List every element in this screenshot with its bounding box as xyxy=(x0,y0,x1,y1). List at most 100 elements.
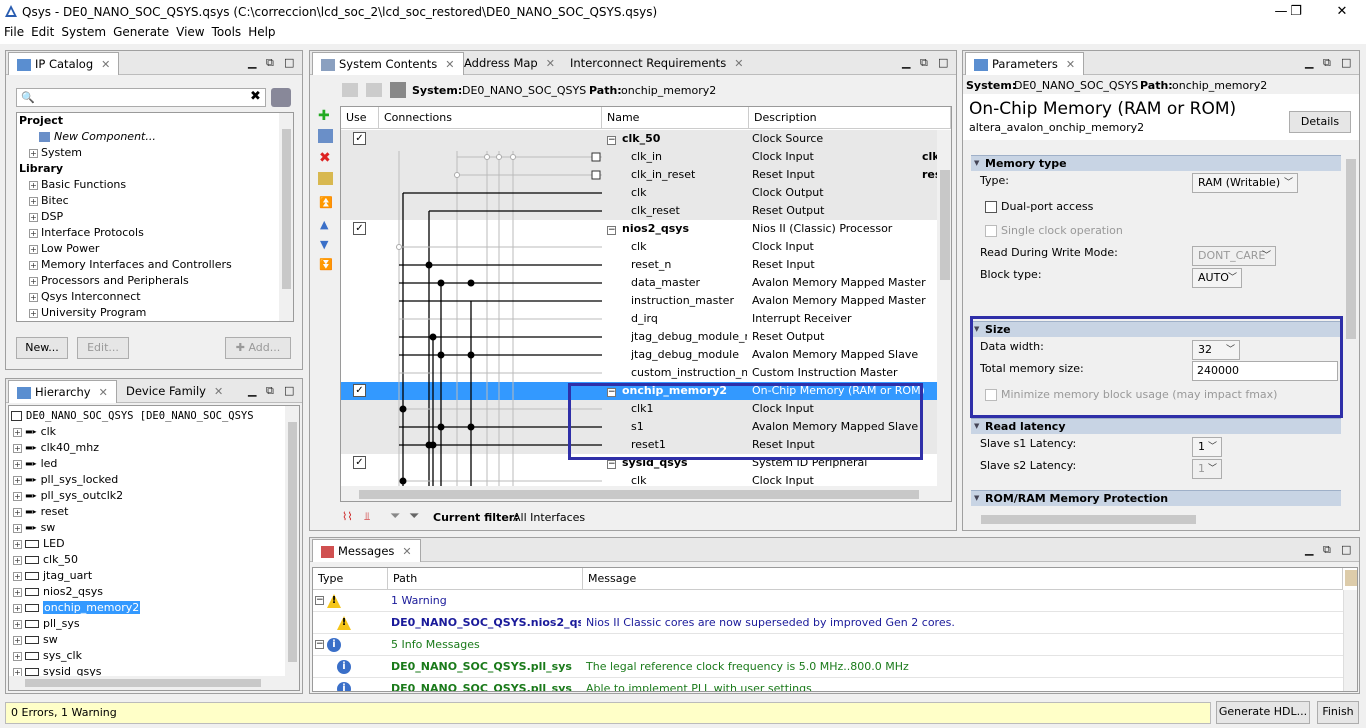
expand-icon[interactable]: + xyxy=(13,571,22,581)
column-description[interactable]: Description xyxy=(749,107,951,129)
edit-component-button[interactable]: Edit... xyxy=(77,337,129,359)
menu-help[interactable]: Help xyxy=(245,24,278,40)
move-top-disabled-icon[interactable] xyxy=(342,83,358,97)
hierarchy-hscrollbar[interactable] xyxy=(9,676,285,690)
filter-connections-icon[interactable]: ⌇⌇ xyxy=(342,510,353,523)
catalog-item[interactable]: + Basic Functions xyxy=(29,177,126,193)
connection-node[interactable] xyxy=(484,154,490,160)
connect-icon[interactable] xyxy=(318,129,333,143)
expand-icon[interactable]: + xyxy=(13,635,22,645)
clear-messages-icon[interactable] xyxy=(1345,570,1357,586)
connection-node[interactable] xyxy=(437,351,445,359)
clear-search-icon[interactable]: ✖ xyxy=(250,89,261,104)
expand-icon[interactable]: + xyxy=(13,523,22,533)
float-panel-icon[interactable]: ⧉ xyxy=(1323,543,1331,557)
expand-icon[interactable]: + xyxy=(13,491,22,501)
minimize-panel-icon[interactable]: ▁ xyxy=(248,56,256,69)
horizontal-scrollbar[interactable] xyxy=(341,486,951,501)
details-button[interactable]: Details xyxy=(1289,111,1351,133)
connection-node[interactable] xyxy=(396,244,402,250)
column-connections[interactable]: Connections xyxy=(379,107,602,129)
ip-search-input[interactable]: 🔍 xyxy=(16,88,266,107)
filter-edit-icon[interactable]: ⏷ xyxy=(409,509,419,524)
vertical-scrollbar[interactable] xyxy=(937,130,951,490)
tab-address-map[interactable]: Address Map ✕ xyxy=(456,52,563,75)
close-tab-icon[interactable]: ✕ xyxy=(546,57,555,70)
add-icon[interactable]: ✚ xyxy=(318,108,330,124)
catalog-item[interactable]: + Qsys Interconnect xyxy=(29,289,141,305)
collapse-icon[interactable]: − xyxy=(607,226,616,235)
expand-icon[interactable]: + xyxy=(13,587,22,597)
expand-icon[interactable]: + xyxy=(29,260,38,270)
hierarchy-vscrollbar[interactable] xyxy=(285,406,299,690)
menu-tools[interactable]: Tools xyxy=(209,24,245,40)
close-tab-icon[interactable]: ✕ xyxy=(734,57,743,70)
menu-generate[interactable]: Generate xyxy=(110,24,172,40)
section-memory-type[interactable]: Memory type xyxy=(971,155,1341,171)
connection-node[interactable] xyxy=(454,172,460,178)
catalog-item[interactable]: + Processors and Peripherals xyxy=(29,273,189,289)
catalog-item[interactable]: New Component... xyxy=(39,129,156,145)
connection-node[interactable] xyxy=(429,441,437,449)
export-port-marker[interactable] xyxy=(591,170,601,180)
float-panel-icon[interactable]: ⧉ xyxy=(266,384,274,398)
use-checkbox[interactable]: ✓ xyxy=(353,132,366,145)
close-tab-icon[interactable]: ✕ xyxy=(101,58,110,71)
maximize-panel-icon[interactable]: □ xyxy=(284,384,294,397)
hierarchy-item[interactable]: + ▬▸ reset xyxy=(13,504,68,520)
hierarchy-item[interactable]: + sw xyxy=(13,632,58,648)
dual-port-checkbox[interactable] xyxy=(985,201,997,213)
catalog-item[interactable]: + University Program xyxy=(29,305,146,321)
hierarchy-item[interactable]: + ▬▸ led xyxy=(13,456,57,472)
expand-icon[interactable]: + xyxy=(13,603,22,613)
expand-icon[interactable]: + xyxy=(13,651,22,661)
maximize-panel-icon[interactable]: □ xyxy=(284,56,294,69)
tab-ip-catalog[interactable]: IP Catalog ✕ xyxy=(8,52,120,75)
hierarchy-item[interactable]: + nios2_qsys xyxy=(13,584,103,600)
add-component-button[interactable]: ✚ Add... xyxy=(225,337,291,359)
hierarchy-item[interactable]: + ▬▸ pll_sys_outclk2 xyxy=(13,488,123,504)
column-export[interactable]: Ex xyxy=(951,107,952,129)
close-window-button[interactable]: ✕ xyxy=(1327,2,1357,22)
column-type[interactable]: Type xyxy=(313,568,388,590)
column-path[interactable]: Path xyxy=(388,568,583,590)
hierarchy-item[interactable]: + clk_50 xyxy=(13,552,78,568)
connection-node[interactable] xyxy=(510,154,516,160)
catalog-item[interactable]: + Memory Interfaces and Controllers xyxy=(29,257,232,273)
float-panel-icon[interactable]: ⧉ xyxy=(1323,56,1331,70)
catalog-item[interactable]: Library xyxy=(19,161,63,177)
block-type-select[interactable]: AUTO ﹀ xyxy=(1192,268,1242,288)
minimize-panel-icon[interactable]: ▁ xyxy=(1305,56,1313,69)
close-tab-icon[interactable]: ✕ xyxy=(402,545,411,558)
connection-node[interactable] xyxy=(467,423,475,431)
message-row[interactable]: i DE0_NANO_SOC_QSYS.pll_sys Able to implem… xyxy=(313,678,1343,691)
collapse-icon[interactable]: − xyxy=(607,460,616,469)
expand-icon[interactable]: + xyxy=(13,539,22,549)
tab-hierarchy[interactable]: Hierarchy ✕ xyxy=(8,380,117,403)
expand-icon[interactable]: + xyxy=(29,244,38,254)
gear-icon[interactable] xyxy=(271,88,291,107)
restore-window-button[interactable]: ❐ xyxy=(1281,2,1311,22)
connection-node[interactable] xyxy=(399,477,407,485)
expand-icon[interactable]: + xyxy=(13,427,22,437)
tab-device-family[interactable]: Device Family ✕ xyxy=(118,380,231,403)
expand-icon[interactable]: + xyxy=(29,148,38,158)
menu-file[interactable]: File xyxy=(1,24,27,40)
move-up-disabled-icon[interactable] xyxy=(366,83,382,97)
collapse-icon[interactable]: − xyxy=(607,136,616,145)
expand-icon[interactable]: + xyxy=(13,443,22,453)
hierarchy-root[interactable]: DE0_NANO_SOC_QSYS [DE0_NANO_SOC_QSYS xyxy=(11,408,254,424)
float-panel-icon[interactable]: ⧉ xyxy=(920,56,928,70)
hierarchy-item[interactable]: + sys_clk xyxy=(13,648,82,664)
move-to-top-icon[interactable]: ⏫ xyxy=(319,196,333,209)
generate-hdl-button[interactable]: Generate HDL... xyxy=(1216,701,1310,724)
close-tab-icon[interactable]: ✕ xyxy=(1066,58,1075,71)
message-row[interactable]: ! DE0_NANO_SOC_QSYS.nios2_qsys Nios II Cla… xyxy=(313,612,1343,634)
expand-icon[interactable]: + xyxy=(29,292,38,302)
connection-node[interactable] xyxy=(496,154,502,160)
hierarchy-item[interactable]: + jtag_uart xyxy=(13,568,92,584)
move-to-bottom-icon[interactable]: ⏬ xyxy=(319,258,333,271)
close-tab-icon[interactable]: ✕ xyxy=(99,386,108,399)
hierarchy-item[interactable]: + ▬▸ clk40_mhz xyxy=(13,440,99,456)
hierarchy-item[interactable]: + pll_sys xyxy=(13,616,80,632)
